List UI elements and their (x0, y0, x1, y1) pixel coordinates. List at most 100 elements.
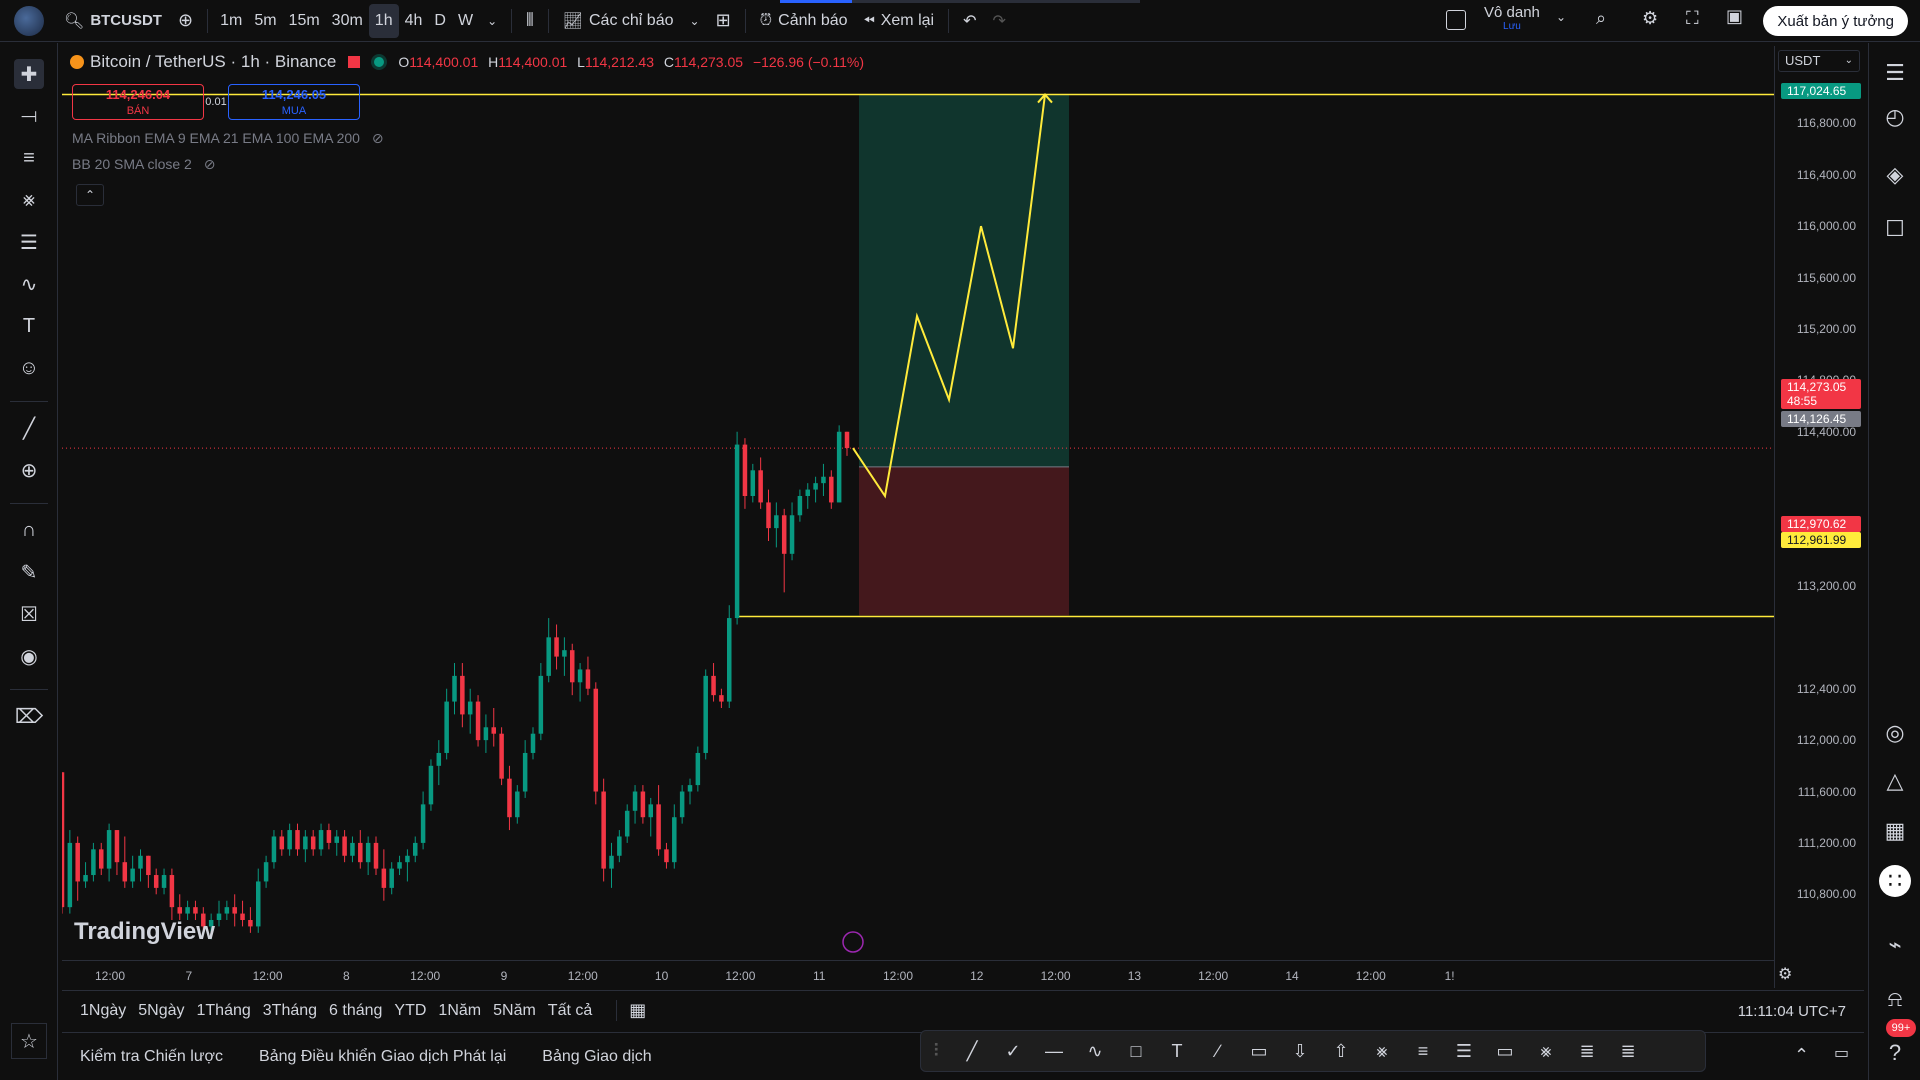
calendar-icon[interactable]: ▦ (1879, 815, 1911, 847)
highlighter-icon[interactable]: ✓ (999, 1037, 1027, 1065)
timeframe-30m[interactable]: 30m (326, 4, 369, 38)
chat-icon[interactable]: ☐ (1879, 213, 1911, 245)
redo-button[interactable]: ↷ (985, 5, 1014, 37)
brush-tool-icon[interactable]: ∿ (14, 269, 44, 299)
apps-grid-icon[interactable]: ∷ (1879, 865, 1911, 897)
price-axis[interactable]: USDT ⌄ 116,800.00 116,400.00 116,000.00 115… (1774, 46, 1864, 988)
eye-icon[interactable]: ◉ (14, 641, 44, 671)
chart-canvas[interactable] (62, 46, 1774, 960)
line-icon[interactable]: ∕ (1204, 1037, 1232, 1065)
layout-checkbox[interactable] (1446, 10, 1466, 30)
timeframe-1m[interactable]: 1m (214, 4, 248, 38)
axis-settings-icon[interactable]: ⚙ (1778, 964, 1792, 984)
undo-button[interactable]: ↶ (955, 5, 984, 37)
fullscreen-icon[interactable]: ⛶ (1686, 8, 1699, 29)
arrow-up-icon[interactable]: ⇧ (1327, 1037, 1355, 1065)
rectangle-icon[interactable]: □ (1122, 1037, 1150, 1065)
maximize-panel-icon[interactable]: ▭ (1834, 1043, 1849, 1063)
range-ytd[interactable]: YTD (388, 1002, 432, 1020)
notifications-bell-icon[interactable]: ⍾ (1879, 983, 1911, 1015)
elliott-wave-icon[interactable]: ⨳ (1532, 1037, 1560, 1065)
replay-button[interactable]: ⏪︎ Xem lại (856, 5, 943, 37)
tab-strategy-tester[interactable]: Kiểm tra Chiến lược (62, 1048, 241, 1066)
quick-search-icon[interactable]: ⌕ (1596, 8, 1606, 29)
target-icon[interactable]: ◎ (1879, 717, 1911, 749)
alert-button[interactable]: ⏰︎ Cảnh báo (752, 5, 856, 37)
drag-handle-icon[interactable]: ⠇ (932, 1037, 945, 1065)
watchlist-icon[interactable]: ☰ (1879, 57, 1911, 89)
timeframe-dropdown[interactable]: ⌄ (479, 5, 505, 37)
symbol-search[interactable]: 🔍︎ BTCUSDT (56, 5, 170, 37)
indicator-bollinger[interactable]: BB 20 SMA close 2 ⊘ (72, 156, 215, 173)
timeframe-w[interactable]: W (452, 4, 479, 38)
timeframe-15m[interactable]: 15m (283, 4, 326, 38)
text-icon[interactable]: T (1163, 1037, 1191, 1065)
star-icon[interactable]: ☆ (11, 1023, 47, 1059)
indicator-ma-ribbon[interactable]: MA Ribbon EMA 9 EMA 21 EMA 100 EMA 200 ⊘ (72, 130, 384, 147)
timeframe-d[interactable]: D (428, 4, 452, 38)
arrow-down-icon[interactable]: ⇩ (1286, 1037, 1314, 1065)
help-icon[interactable]: ? (1879, 1037, 1911, 1069)
publish-idea-button[interactable]: Xuất bản ý tưởng (1763, 6, 1908, 36)
layout-name[interactable]: Vô danh Lưu (1484, 4, 1540, 32)
text-tool-icon[interactable]: T (14, 311, 44, 341)
fib-tool-icon[interactable]: ≡ (14, 143, 44, 173)
ideas-icon[interactable]: △ (1879, 765, 1911, 797)
zoom-in-icon[interactable]: ⊕ (14, 455, 44, 485)
fib-retracement-icon[interactable]: ☰ (1450, 1037, 1478, 1065)
go-to-date-icon[interactable]: ▦ (616, 1000, 646, 1021)
tab-trading-panel[interactable]: Bảng Giao dịch (524, 1048, 669, 1066)
magnet-icon[interactable]: ∩ (14, 515, 44, 545)
currency-select[interactable]: USDT ⌄ (1778, 50, 1860, 72)
timeframe-4h[interactable]: 4h (399, 4, 429, 38)
range-1y[interactable]: 1Năm (432, 1002, 487, 1020)
collapse-legend-button[interactable]: ⌃ (76, 184, 104, 206)
camera-icon[interactable]: ▣ (1726, 6, 1743, 27)
crosshair-icon[interactable]: ✚ (14, 59, 44, 89)
layers-icon[interactable]: ◈ (1879, 159, 1911, 191)
horizontal-ray-icon[interactable]: — (1040, 1037, 1068, 1065)
pattern-tool-icon[interactable]: ⨳ (14, 185, 44, 215)
buy-button[interactable]: 114,246.05 MUA (228, 84, 360, 120)
time-axis[interactable]: 12:00 7 12:00 8 12:00 9 12:00 10 12:00 11 12:00 12 1… (62, 960, 1774, 988)
settings-icon[interactable]: ⚙ (1642, 8, 1658, 29)
chart-type-button[interactable]: ⫴ (518, 5, 542, 37)
range-6m[interactable]: 6 tháng (323, 1002, 388, 1020)
timeframe-1h[interactable]: 1h (368, 3, 399, 38)
indicators-button[interactable]: 📈︎ Các chỉ báo (555, 5, 682, 37)
brush-icon[interactable]: ╱ (958, 1037, 986, 1065)
timezone-clock[interactable]: 11:11:04 UTC+7 (1738, 1003, 1846, 1020)
stream-icon[interactable]: ⌁ (1879, 929, 1911, 961)
chevron-up-icon[interactable]: ⌃ (1794, 1045, 1809, 1066)
trash-icon[interactable]: ⌦ (14, 701, 44, 731)
layout-button[interactable]: ⊞ (708, 5, 739, 37)
lock-drawings-icon[interactable]: ✎ (14, 557, 44, 587)
long-position-icon[interactable]: ≣ (1573, 1037, 1601, 1065)
lock-icon[interactable]: ☒ (14, 599, 44, 629)
range-5d[interactable]: 5Ngày (132, 1002, 190, 1020)
indicators-dropdown[interactable]: ⌄ (682, 5, 708, 37)
trend-line-icon[interactable]: ⟞ (14, 101, 44, 131)
range-1m[interactable]: 1Tháng (191, 1002, 257, 1020)
range-5y[interactable]: 5Năm (487, 1002, 542, 1020)
alerts-clock-icon[interactable]: ◴ (1879, 101, 1911, 133)
emoji-icon[interactable]: ☺ (14, 353, 44, 383)
chevron-down-icon[interactable]: ⌄ (1556, 10, 1566, 24)
range-1d[interactable]: 1Ngày (74, 1002, 132, 1020)
comment-icon[interactable]: ▭ (1491, 1037, 1519, 1065)
chart-pane[interactable]: Bitcoin / TetherUS · 1h · Binance O114,4… (62, 46, 1864, 988)
eye-hidden-icon[interactable]: ⊘ (204, 156, 216, 172)
add-symbol-button[interactable]: ⊕ (170, 5, 201, 37)
timeframe-5m[interactable]: 5m (248, 4, 282, 38)
prediction-tool-icon[interactable]: ☰ (14, 227, 44, 257)
path-icon[interactable]: ∿ (1081, 1037, 1109, 1065)
user-avatar[interactable] (14, 5, 44, 36)
eye-hidden-icon[interactable]: ⊘ (372, 130, 384, 146)
abcd-pattern-icon[interactable]: ⨳ (1368, 1037, 1396, 1065)
callout-icon[interactable]: ▭ (1245, 1037, 1273, 1065)
fib-fan-icon[interactable]: ≡ (1409, 1037, 1437, 1065)
tab-replay-trading[interactable]: Bảng Điều khiển Giao dịch Phát lại (241, 1048, 524, 1066)
sell-button[interactable]: 114,246.04 BÁN (72, 84, 204, 120)
short-position-icon[interactable]: ≣ (1614, 1037, 1642, 1065)
range-all[interactable]: Tất cả (542, 1002, 598, 1020)
